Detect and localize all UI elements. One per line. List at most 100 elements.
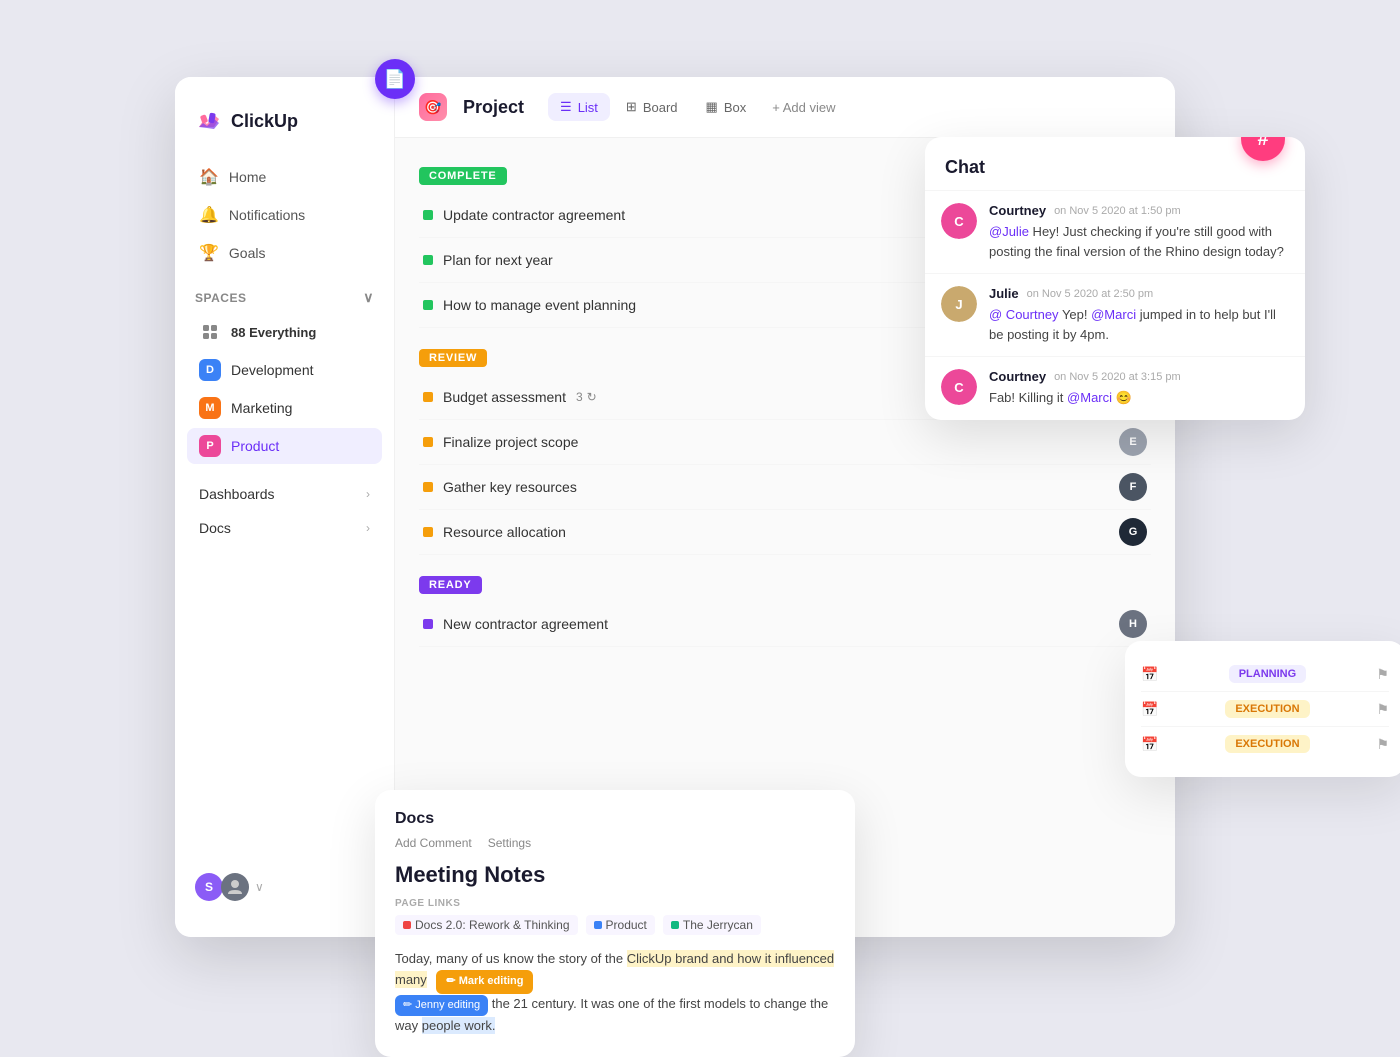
mention-julie: @Julie xyxy=(989,224,1029,239)
tab-box[interactable]: ▦ Box xyxy=(694,93,759,121)
chat-content-2: Julie on Nov 5 2020 at 2:50 pm @ Courtne… xyxy=(989,286,1289,344)
sidebar-item-development[interactable]: D Development xyxy=(187,352,382,388)
spaces-list: 88 Everything D Development M Marketing … xyxy=(175,314,394,466)
chat-panel: # Chat C Courtney on Nov 5 2020 at 1:50 … xyxy=(925,137,1305,420)
settings-action[interactable]: Settings xyxy=(488,836,531,850)
page-link-1[interactable]: Docs 2.0: Rework & Thinking xyxy=(395,915,578,935)
sidebar-item-notifications[interactable]: 🔔 Notifications xyxy=(187,197,382,233)
user-menu-chevron[interactable]: ∨ xyxy=(255,880,264,894)
hash-symbol: # xyxy=(1257,137,1268,151)
docs-panel-title: Docs xyxy=(395,810,835,828)
refresh-icon: ↻ xyxy=(587,390,597,404)
jenny-editing-badge: ✏ Jenny editing xyxy=(395,995,488,1017)
jenny-editing-label: ✏ Jenny editing xyxy=(403,997,480,1015)
dashboards-chevron: › xyxy=(366,487,370,501)
board-label: Board xyxy=(643,100,678,115)
chat-meta-2: Julie on Nov 5 2020 at 2:50 pm xyxy=(989,286,1289,301)
grid-icon xyxy=(199,321,221,343)
task-name: Budget assessment xyxy=(443,389,566,405)
user-avatar-s[interactable]: S xyxy=(195,873,223,901)
page-link-2[interactable]: Product xyxy=(586,915,655,935)
task-left: Plan for next year xyxy=(423,252,553,268)
add-view-label: + Add view xyxy=(772,100,835,115)
board-icon: ⊞ xyxy=(626,99,637,115)
dot-complete xyxy=(423,210,433,220)
list-icon: ☰ xyxy=(560,99,572,115)
clickup-logo-icon xyxy=(195,107,223,135)
sidebar-item-docs[interactable]: Docs › xyxy=(187,512,382,544)
calendar-icon-1: 📅 xyxy=(1141,666,1158,683)
docs-chevron: › xyxy=(366,521,370,535)
ready-label: READY xyxy=(419,576,482,594)
spaces-label: Spaces xyxy=(195,291,246,305)
dot-complete xyxy=(423,255,433,265)
ready-row-2: 📅 EXECUTION ⚑ xyxy=(1141,692,1389,727)
sidebar-item-dashboards[interactable]: Dashboards › xyxy=(187,478,382,510)
dot-review xyxy=(423,527,433,537)
notifications-label: Notifications xyxy=(229,207,305,223)
mention-marci-2: @Marci xyxy=(1067,390,1112,405)
docs-floating-icon[interactable]: 📄 xyxy=(375,59,415,99)
sidebar-item-marketing[interactable]: M Marketing xyxy=(187,390,382,426)
page-link-label-2: Product xyxy=(606,918,647,932)
page-link-3[interactable]: The Jerrycan xyxy=(663,915,761,935)
chat-time-1: on Nov 5 2020 at 1:50 pm xyxy=(1054,205,1181,217)
page-link-dot-1 xyxy=(403,921,411,929)
page-links: Docs 2.0: Rework & Thinking Product The … xyxy=(395,915,835,935)
ready-row-1: 📅 PLANNING ⚑ xyxy=(1141,657,1389,692)
table-row[interactable]: Resource allocation G xyxy=(419,510,1151,555)
chat-avatar-courtney-2: C xyxy=(941,369,977,405)
add-comment-action[interactable]: Add Comment xyxy=(395,836,472,850)
dot-review xyxy=(423,482,433,492)
product-label: Product xyxy=(231,438,279,454)
planning-badge: PLANNING xyxy=(1229,665,1306,683)
add-view-button[interactable]: + Add view xyxy=(762,94,845,121)
task-name: Resource allocation xyxy=(443,524,566,540)
mark-editing-button[interactable]: ✏ Mark editing xyxy=(436,970,533,994)
task-left: Resource allocation xyxy=(423,524,566,540)
complete-label: COMPLETE xyxy=(419,167,507,185)
sidebar-footer: S ∨ xyxy=(175,857,394,917)
tab-list[interactable]: ☰ List xyxy=(548,93,610,121)
task-avatar: F xyxy=(1119,473,1147,501)
chat-user-2: Julie xyxy=(989,286,1019,301)
sidebar-item-goals[interactable]: 🏆 Goals xyxy=(187,235,382,271)
table-row[interactable]: Finalize project scope E xyxy=(419,420,1151,465)
main-container: ClickUp 🏠 Home 🔔 Notifications 🏆 Goals S… xyxy=(175,77,1225,977)
calendar-icon-2: 📅 xyxy=(1141,701,1158,718)
flag-icon-1: ⚑ xyxy=(1376,666,1389,683)
dot-review xyxy=(423,392,433,402)
sidebar-item-home[interactable]: 🏠 Home xyxy=(187,159,382,195)
trophy-icon: 🏆 xyxy=(199,243,219,263)
content-header: 🎯 Project ☰ List ⊞ Board ▦ Box xyxy=(395,77,1175,138)
table-row[interactable]: Gather key resources F xyxy=(419,465,1151,510)
task-avatar: G xyxy=(1119,518,1147,546)
project-icon: 🎯 xyxy=(419,93,447,121)
ready-panel: 📅 PLANNING ⚑ 📅 EXECUTION ⚑ 📅 EXECUTION ⚑ xyxy=(1125,641,1400,777)
execution-badge-1: EXECUTION xyxy=(1225,700,1309,718)
task-left: Update contractor agreement xyxy=(423,207,625,223)
sidebar-item-everything[interactable]: 88 Everything xyxy=(187,314,382,350)
tab-board[interactable]: ⊞ Board xyxy=(614,93,690,121)
development-dot: D xyxy=(199,359,221,381)
table-row[interactable]: New contractor agreement H xyxy=(419,602,1151,647)
marketing-label: Marketing xyxy=(231,400,292,416)
chat-avatar-courtney: C xyxy=(941,203,977,239)
task-badge: 3 ↻ xyxy=(576,390,597,404)
task-avatar: H xyxy=(1119,610,1147,638)
section-ready: READY New contractor agreement H xyxy=(419,575,1151,647)
chat-text-3: Fab! Killing it @Marci 😊 xyxy=(989,388,1289,408)
docs-label: Docs xyxy=(199,520,231,536)
box-icon: ▦ xyxy=(706,99,718,115)
ready-row-3: 📅 EXECUTION ⚑ xyxy=(1141,727,1389,761)
logo-area[interactable]: ClickUp xyxy=(175,97,394,159)
chat-time-2: on Nov 5 2020 at 2:50 pm xyxy=(1027,288,1154,300)
sidebar: ClickUp 🏠 Home 🔔 Notifications 🏆 Goals S… xyxy=(175,77,395,937)
box-label: Box xyxy=(724,100,746,115)
chat-message-1: C Courtney on Nov 5 2020 at 1:50 pm @Jul… xyxy=(925,190,1305,273)
flag-icon-3: ⚑ xyxy=(1376,736,1389,753)
sidebar-item-product[interactable]: P Product xyxy=(187,428,382,464)
body-highlight-blue: people work. xyxy=(422,1017,496,1034)
dot-complete xyxy=(423,300,433,310)
docs-body: Today, many of us know the story of the … xyxy=(395,949,835,1037)
